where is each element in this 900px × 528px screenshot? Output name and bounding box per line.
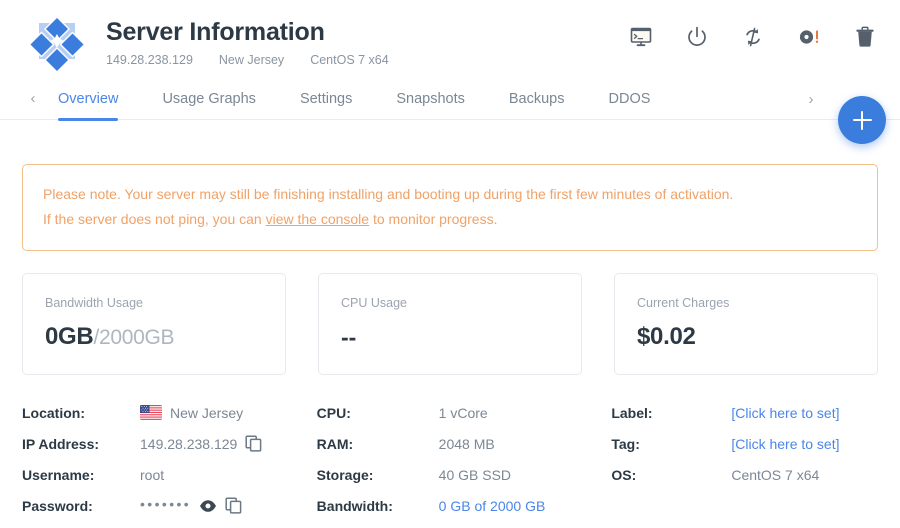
deploy-new-server-button[interactable] bbox=[838, 96, 886, 144]
copy-icon[interactable] bbox=[245, 435, 262, 452]
detail-key: Bandwidth: bbox=[316, 497, 393, 514]
chevron-left-icon[interactable]: ‹ bbox=[22, 84, 44, 114]
tab-overview[interactable]: Overview bbox=[58, 78, 119, 121]
password-masked-value: ••••••• bbox=[140, 495, 192, 512]
title-block: Server Information 149.28.238.129 New Je… bbox=[106, 15, 389, 67]
detail-row-storage: Storage: 40 GB SSD bbox=[317, 459, 584, 490]
chevron-right-icon[interactable]: › bbox=[800, 84, 822, 114]
bandwidth-used-value: 0GB bbox=[45, 323, 94, 350]
header-identity: Server Information 149.28.238.129 New Je… bbox=[20, 0, 389, 74]
detail-value: 149.28.238.129 bbox=[140, 435, 262, 452]
eye-icon[interactable] bbox=[199, 499, 217, 513]
set-label-link[interactable]: [Click here to set] bbox=[731, 405, 839, 421]
detail-value: 40 GB SSD bbox=[438, 466, 512, 483]
header-subtitle: 149.28.238.129 New Jersey CentOS 7 x64 bbox=[106, 53, 389, 67]
tab-settings[interactable]: Settings bbox=[300, 78, 352, 120]
detail-value: 2048 MB bbox=[438, 435, 495, 452]
notice-line-2: If the server does not ping, you can vie… bbox=[43, 207, 857, 232]
header-ip: 149.28.238.129 bbox=[106, 53, 193, 67]
header-action-bar bbox=[628, 24, 878, 50]
current-charges-value: $0.02 bbox=[637, 323, 696, 350]
tab-bar: ‹ Overview Usage Graphs Settings Snapsho… bbox=[0, 78, 900, 121]
copy-icon[interactable] bbox=[225, 497, 242, 514]
bandwidth-usage-card: Bandwidth Usage 0GB/2000GB bbox=[22, 273, 286, 375]
bandwidth-link[interactable]: 0 GB of 2000 GB bbox=[439, 498, 546, 514]
cpu-usage-card: CPU Usage -- bbox=[318, 273, 582, 375]
detail-value: CentOS 7 x64 bbox=[731, 466, 820, 483]
detail-key: Storage: bbox=[316, 466, 374, 483]
notice-line-2-before: If the server does not ping, you can bbox=[43, 211, 266, 227]
ip-address-text: 149.28.238.129 bbox=[140, 435, 238, 452]
tab-ddos[interactable]: DDOS bbox=[609, 78, 651, 120]
detail-key: Password: bbox=[22, 497, 93, 514]
activation-notice-banner: Please note. Your server may still be fi… bbox=[22, 164, 878, 251]
detail-column-1: Location: New Jersey IP Address: 149.28.… bbox=[22, 397, 307, 521]
view-console-link[interactable]: view the console bbox=[266, 211, 370, 227]
server-detail-grid: Location: New Jersey IP Address: 149.28.… bbox=[22, 397, 878, 521]
detail-key: IP Address: bbox=[22, 435, 100, 452]
header-location: New Jersey bbox=[218, 53, 285, 67]
cpu-usage-value: -- bbox=[341, 324, 357, 350]
set-tag-link[interactable]: [Click here to set] bbox=[731, 436, 839, 452]
detail-key: Location: bbox=[22, 404, 85, 421]
main-content: Please note. Your server may still be fi… bbox=[0, 164, 900, 521]
restart-icon[interactable] bbox=[740, 24, 766, 50]
current-charges-card: Current Charges $0.02 bbox=[614, 273, 878, 375]
notice-line-2-after: to monitor progress. bbox=[369, 211, 498, 227]
tab-snapshots[interactable]: Snapshots bbox=[396, 78, 465, 120]
detail-row-location: Location: New Jersey bbox=[22, 397, 289, 428]
header-os: CentOS 7 x64 bbox=[310, 53, 389, 67]
bandwidth-total-value: /2000GB bbox=[93, 326, 175, 349]
detail-column-3: Label: [Click here to set] Tag: [Click h… bbox=[601, 397, 878, 521]
detail-value: New Jersey bbox=[140, 405, 243, 421]
detail-row-label: Label: [Click here to set] bbox=[611, 397, 878, 428]
detail-key: Username: bbox=[22, 466, 95, 483]
detail-value: 1 vCore bbox=[438, 404, 488, 421]
detail-row-tag: Tag: [Click here to set] bbox=[611, 428, 878, 459]
detail-key: Label: bbox=[611, 404, 653, 421]
detail-value: ••••••• bbox=[140, 495, 242, 514]
page-title: Server Information bbox=[106, 18, 325, 46]
plus-icon-vertical bbox=[860, 110, 864, 130]
detail-row-cpu: CPU: 1 vCore bbox=[317, 397, 584, 428]
stat-card-row: Bandwidth Usage 0GB/2000GB CPU Usage -- … bbox=[22, 273, 878, 375]
detail-column-2: CPU: 1 vCore RAM: 2048 MB Storage: 40 GB… bbox=[307, 397, 602, 521]
tab-list: Overview Usage Graphs Settings Snapshots… bbox=[58, 78, 651, 121]
card-value: 0GB/2000GB bbox=[45, 322, 263, 353]
reinstall-disk-icon[interactable] bbox=[796, 24, 822, 50]
detail-key: OS: bbox=[611, 466, 637, 483]
tab-usage-graphs[interactable]: Usage Graphs bbox=[162, 78, 256, 120]
detail-row-username: Username: root bbox=[22, 459, 289, 490]
card-label: Current Charges bbox=[637, 296, 730, 310]
page-header: Server Information 149.28.238.129 New Je… bbox=[0, 0, 900, 78]
delete-trash-icon[interactable] bbox=[852, 24, 878, 50]
us-flag-icon bbox=[140, 405, 162, 420]
detail-row-ip-address: IP Address: 149.28.238.129 bbox=[22, 428, 289, 459]
server-information-page: Server Information 149.28.238.129 New Je… bbox=[0, 0, 900, 528]
detail-value: root bbox=[140, 466, 165, 483]
card-label: CPU Usage bbox=[341, 296, 407, 310]
detail-row-bandwidth: Bandwidth: 0 GB of 2000 GB bbox=[317, 490, 584, 521]
detail-row-ram: RAM: 2048 MB bbox=[317, 428, 584, 459]
detail-key: Tag: bbox=[611, 435, 640, 452]
detail-key: CPU: bbox=[316, 404, 351, 421]
location-text: New Jersey bbox=[170, 404, 244, 421]
notice-line-1: Please note. Your server may still be fi… bbox=[43, 186, 734, 202]
centos-logo-icon bbox=[26, 10, 88, 74]
power-icon[interactable] bbox=[684, 24, 710, 50]
detail-key: RAM: bbox=[316, 435, 354, 452]
console-icon[interactable] bbox=[628, 24, 654, 50]
card-label: Bandwidth Usage bbox=[45, 296, 143, 310]
detail-row-password: Password: ••••••• bbox=[22, 490, 289, 521]
detail-row-os: OS: CentOS 7 x64 bbox=[611, 459, 878, 490]
tab-backups[interactable]: Backups bbox=[509, 78, 565, 120]
